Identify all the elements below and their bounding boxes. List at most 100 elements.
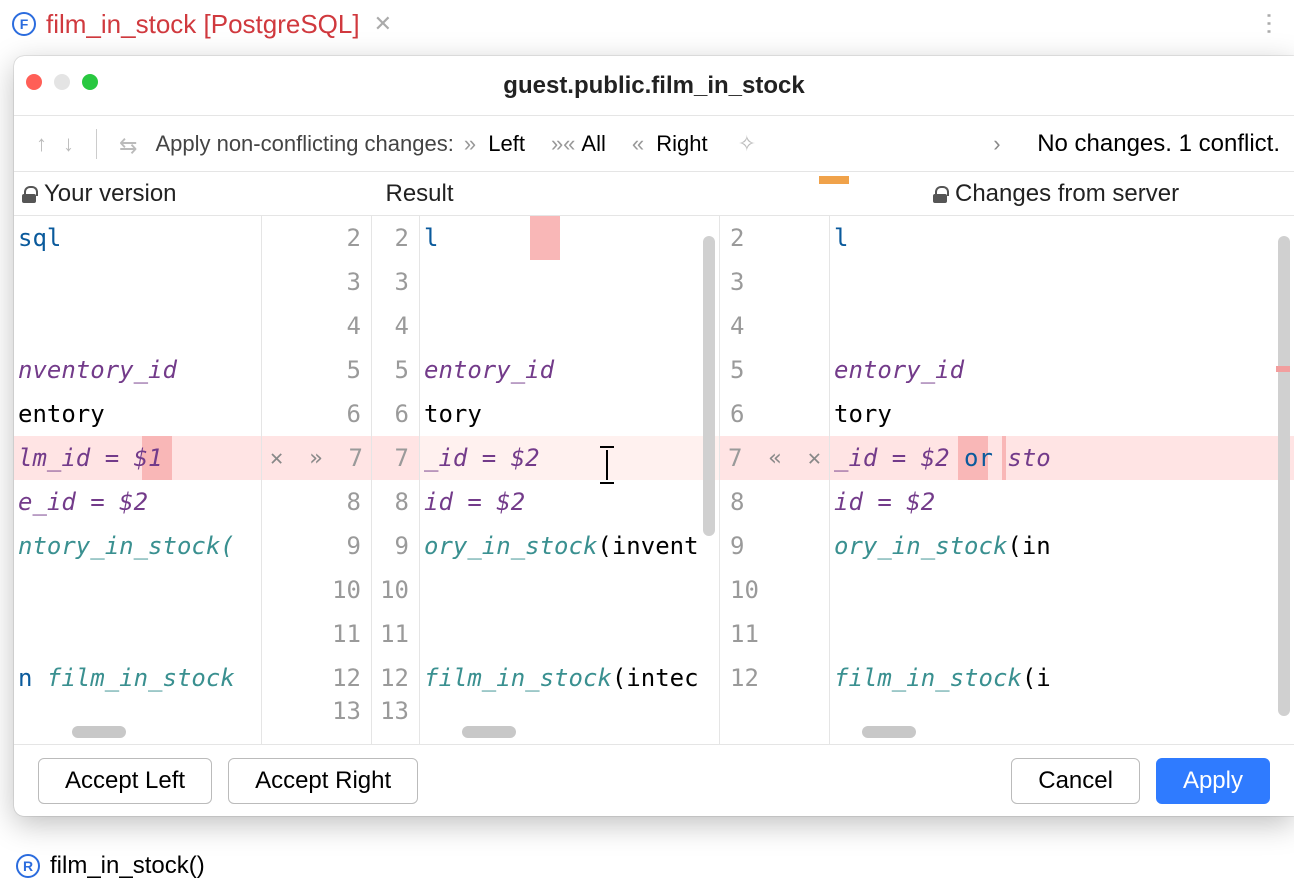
change-marker-icon <box>819 176 849 184</box>
code-line: ory_in_stock(in <box>830 524 1294 568</box>
apply-all-button[interactable]: »«All <box>551 131 612 157</box>
code-line: l <box>830 216 1294 260</box>
code-line: entory_id <box>420 348 719 392</box>
editor-tab-title: film_in_stock [PostgreSQL] <box>46 9 360 40</box>
line-number: 3 <box>720 260 829 304</box>
line-number: 13 <box>262 700 371 722</box>
code-line: id = $2 <box>830 480 1294 524</box>
ignore-right-icon[interactable]: ✕ <box>808 446 821 471</box>
code-line <box>420 260 719 304</box>
code-line: entory_id <box>830 348 1294 392</box>
conflict-marker-icon <box>1276 366 1290 372</box>
code-line: film_in_stock(intec <box>420 656 719 700</box>
code-line: sql <box>14 216 261 260</box>
code-line: nventory_id <box>14 348 261 392</box>
gutter-action-row: ✕ » 7 <box>262 436 371 480</box>
line-number: 8 <box>720 480 829 524</box>
window-minimize-icon[interactable] <box>54 74 70 90</box>
code-line-conflict: _id = $2 or sto <box>830 436 1294 480</box>
code-line: ory_in_stock(invent <box>420 524 719 568</box>
breadcrumb-routine-label: film_in_stock() <box>50 852 205 880</box>
line-number: 5 <box>262 348 371 392</box>
column-header-right-label: Changes from server <box>955 180 1179 208</box>
line-number: 12 <box>720 656 829 700</box>
column-header-left: Your version <box>14 180 262 208</box>
gutter-center: 2 3 4 5 6 7 8 9 10 11 12 13 <box>372 216 420 744</box>
line-number: 2 <box>372 216 419 260</box>
code-line <box>14 612 261 656</box>
line-number: 12 <box>372 656 419 700</box>
routine-icon: R <box>16 854 40 878</box>
sync-scroll-icon[interactable]: ⇆ <box>119 133 137 159</box>
code-line <box>420 304 719 348</box>
code-line <box>14 568 261 612</box>
line-number: 7 <box>349 444 363 472</box>
code-line <box>420 568 719 612</box>
accept-right-icon[interactable]: « <box>768 446 781 471</box>
horizontal-scrollbar[interactable] <box>862 726 916 738</box>
line-number: 2 <box>720 216 829 260</box>
code-line: e_id = $2 <box>14 480 261 524</box>
column-header-center-label: Result <box>385 180 453 208</box>
line-number: 8 <box>262 480 371 524</box>
magic-resolve-icon[interactable]: ✧ <box>738 131 756 157</box>
dialog-titlebar: guest.public.film_in_stock <box>14 56 1294 116</box>
ignore-left-icon[interactable]: ✕ <box>270 446 283 471</box>
column-header-left-label: Your version <box>44 180 177 208</box>
line-number: 5 <box>720 348 829 392</box>
line-number: 10 <box>262 568 371 612</box>
gutter-right: 2 3 4 5 6 7 « ✕ 8 9 10 11 12 <box>720 216 830 744</box>
line-number: 11 <box>262 612 371 656</box>
pane-server-changes[interactable]: l entory_id tory _id = $2 or sto id = $2… <box>830 216 1294 744</box>
code-line <box>830 260 1294 304</box>
code-line: id = $2 <box>420 480 719 524</box>
merge-column-headers: Your version Result Changes from server <box>14 172 1294 216</box>
horizontal-scrollbar[interactable] <box>72 726 126 738</box>
line-number: 11 <box>720 612 829 656</box>
code-line <box>830 612 1294 656</box>
code-line: tory <box>830 392 1294 436</box>
apply-left-button[interactable]: » Left <box>464 131 531 157</box>
window-zoom-icon[interactable] <box>82 74 98 90</box>
dialog-title: guest.public.film_in_stock <box>503 72 804 100</box>
line-number: 9 <box>720 524 829 568</box>
chevron-right-icon[interactable]: › <box>993 131 1000 156</box>
vertical-scrollbar[interactable] <box>1278 236 1290 716</box>
accept-left-button[interactable]: Accept Left <box>38 758 212 804</box>
line-number: 3 <box>372 260 419 304</box>
lock-icon <box>933 186 947 202</box>
column-header-center: Result <box>262 180 577 208</box>
code-line <box>830 304 1294 348</box>
accept-right-button[interactable]: Accept Right <box>228 758 418 804</box>
dialog-toolbar: ↑ ↓ ⇆ Apply non-conflicting changes: » L… <box>14 116 1294 172</box>
lock-icon <box>22 186 36 202</box>
line-number: 8 <box>372 480 419 524</box>
apply-button[interactable]: Apply <box>1156 758 1270 804</box>
cancel-button[interactable]: Cancel <box>1011 758 1140 804</box>
line-number: 4 <box>262 304 371 348</box>
merge-editor: sql nventory_id entory lm_id = $1 e_id =… <box>14 216 1294 744</box>
code-line: tory <box>420 392 719 436</box>
editor-tab[interactable]: F film_in_stock [PostgreSQL] ✕ ⋯ <box>0 0 1294 48</box>
line-number: 6 <box>262 392 371 436</box>
vertical-scrollbar[interactable] <box>703 236 715 536</box>
accept-left-icon[interactable]: » <box>309 446 322 471</box>
window-close-icon[interactable] <box>26 74 42 90</box>
breadcrumb-routine[interactable]: R film_in_stock() <box>16 852 205 880</box>
merge-dialog: guest.public.film_in_stock ↑ ↓ ⇆ Apply n… <box>14 56 1294 816</box>
line-number: 4 <box>720 304 829 348</box>
apply-right-button[interactable]: « Right <box>632 131 714 157</box>
code-line-conflict: lm_id = $1 <box>14 436 261 480</box>
pane-your-version[interactable]: sql nventory_id entory lm_id = $1 e_id =… <box>14 216 262 744</box>
next-change-icon[interactable]: ↓ <box>63 131 74 157</box>
merge-status-text: No changes. 1 conflict. <box>1037 130 1280 157</box>
prev-change-icon[interactable]: ↑ <box>36 131 47 157</box>
code-line: film_in_stock(i <box>830 656 1294 700</box>
line-number: 3 <box>262 260 371 304</box>
horizontal-scrollbar[interactable] <box>462 726 516 738</box>
close-tab-icon[interactable]: ✕ <box>374 11 392 37</box>
more-icon[interactable]: ⋯ <box>1255 11 1284 37</box>
line-number: 7 <box>728 444 742 472</box>
pane-result[interactable]: l entory_id tory _id = $2 id = $2 ory_in… <box>420 216 720 744</box>
text-caret <box>606 450 608 480</box>
